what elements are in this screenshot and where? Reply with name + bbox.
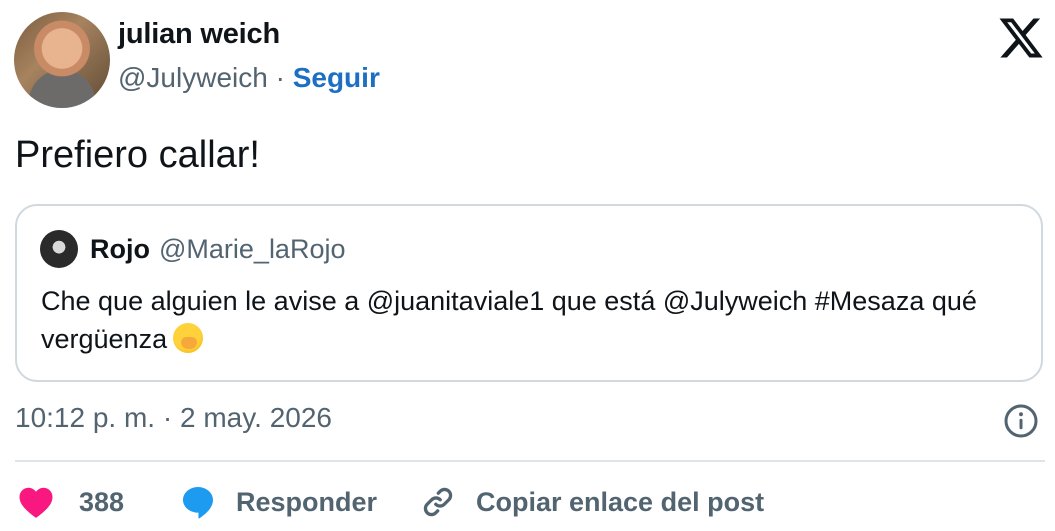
like-button[interactable]: 388 bbox=[18, 480, 124, 524]
copy-link-button[interactable]: Copiar enlace del post bbox=[420, 480, 764, 524]
tweet-timestamp[interactable]: 10:12 p. m. · 2 may. 2026 bbox=[15, 402, 332, 434]
heart-icon bbox=[19, 487, 53, 518]
author-handle[interactable]: @Julyweich bbox=[118, 62, 268, 93]
author-name[interactable]: julian weich bbox=[118, 18, 280, 51]
copy-link-label: Copiar enlace del post bbox=[476, 486, 765, 517]
speech-bubble-icon bbox=[183, 487, 213, 519]
tweet-text: Prefiero callar! bbox=[15, 134, 260, 176]
divider bbox=[15, 460, 1045, 462]
link-icon bbox=[423, 487, 453, 517]
like-count: 388 bbox=[79, 486, 125, 517]
handle-separator: · bbox=[275, 62, 285, 93]
info-icon[interactable] bbox=[1003, 403, 1039, 439]
x-logo-icon[interactable] bbox=[997, 14, 1045, 62]
quoted-author-name: Rojo bbox=[90, 234, 150, 264]
face-with-hand-over-mouth-icon bbox=[173, 323, 204, 353]
reply-label: Responder bbox=[236, 486, 378, 517]
quoted-tweet-text: Che que alguien le avise a @juanitaviale… bbox=[41, 282, 1021, 358]
quoted-author-avatar bbox=[40, 230, 78, 268]
quoted-author-handle: @Marie_laRojo bbox=[159, 234, 346, 264]
author-handle-row: @Julyweich · Seguir bbox=[118, 62, 380, 94]
follow-button[interactable]: Seguir bbox=[293, 62, 380, 93]
author-avatar[interactable] bbox=[14, 12, 110, 108]
reply-button[interactable]: Responder bbox=[180, 480, 377, 524]
